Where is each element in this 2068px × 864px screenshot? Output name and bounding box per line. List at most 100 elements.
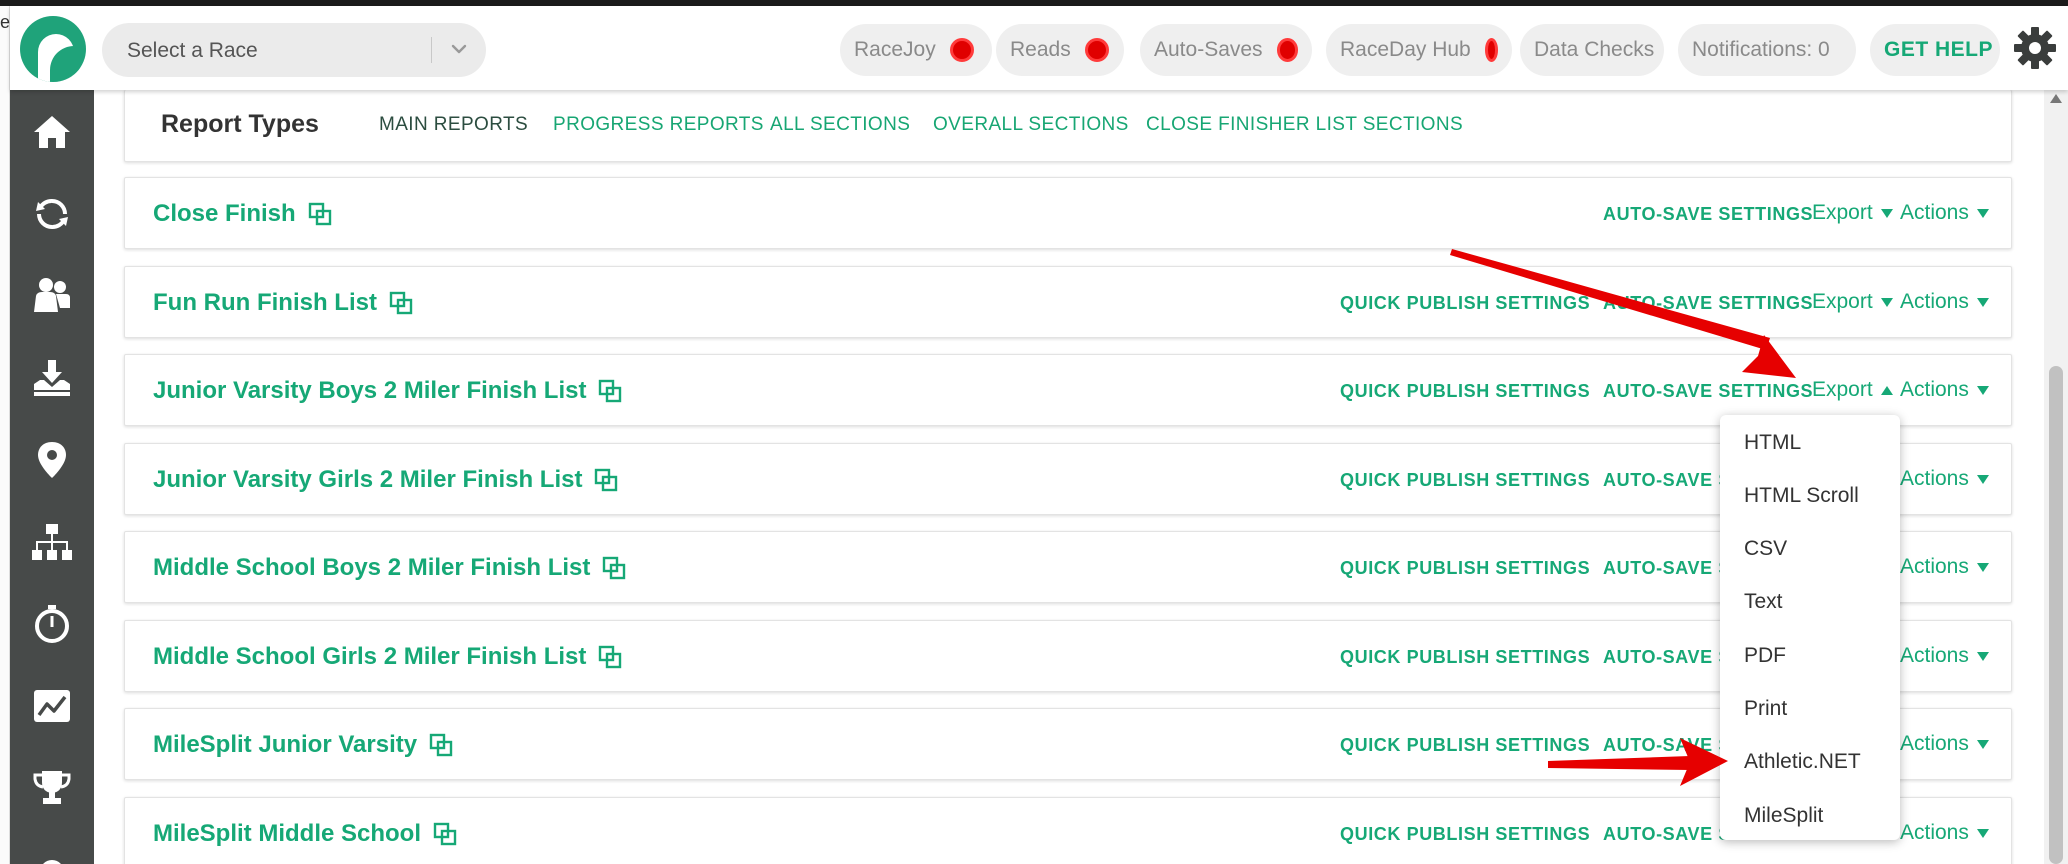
report-title[interactable]: Fun Run Finish List [153, 289, 413, 317]
hierarchy-icon[interactable] [30, 520, 74, 564]
quick-publish-settings-link[interactable]: QUICK PUBLISH SETTINGS [1340, 735, 1590, 756]
export-option-milesplit[interactable]: MileSplit [1744, 804, 1823, 828]
caret-up-icon [1880, 385, 1893, 395]
actions-dropdown[interactable]: Actions [1900, 378, 1989, 402]
stopwatch-icon[interactable] [30, 602, 74, 646]
export-label: Export [1812, 290, 1873, 313]
actions-dropdown[interactable]: Actions [1900, 555, 1989, 579]
quick-publish-settings-link[interactable]: QUICK PUBLISH SETTINGS [1340, 558, 1590, 579]
auto-save-settings-link[interactable]: AUTO-SAVE SETTINGS [1603, 381, 1813, 402]
caret-down-icon [1880, 297, 1893, 307]
quick-publish-settings-link[interactable]: QUICK PUBLISH SETTINGS [1340, 647, 1590, 668]
raceday-hub-pill[interactable]: RaceDay Hub [1326, 24, 1512, 76]
copy-icon[interactable] [389, 291, 413, 315]
report-title[interactable]: Junior Varsity Girls 2 Miler Finish List [153, 466, 618, 494]
copy-icon[interactable] [308, 202, 332, 226]
export-option-athletic-net[interactable]: Athletic.NET [1744, 750, 1861, 774]
actions-dropdown[interactable]: Actions [1900, 732, 1989, 756]
status-dot [1484, 38, 1498, 62]
report-name: Middle School Girls 2 Miler Finish List [153, 643, 587, 670]
export-option-html[interactable]: HTML [1744, 431, 1801, 455]
caret-down-icon [1976, 385, 1989, 395]
racejoy-label: RaceJoy [854, 38, 936, 61]
status-dot [1084, 38, 1109, 62]
participants-icon[interactable] [30, 274, 74, 318]
home-icon[interactable] [30, 110, 74, 154]
tab-progress-reports[interactable]: PROGRESS REPORTS [553, 114, 764, 136]
trophy-icon[interactable] [30, 766, 74, 810]
copy-icon[interactable] [429, 733, 453, 757]
actions-label: Actions [1900, 821, 1969, 844]
export-dropdown[interactable]: Export [1812, 201, 1893, 225]
copy-icon[interactable] [598, 379, 622, 403]
gear-icon[interactable] [2013, 26, 2057, 70]
tab-overall-sections[interactable]: OVERALL SECTIONS [933, 114, 1129, 136]
tab-all-sections[interactable]: ALL SECTIONS [770, 114, 910, 136]
report-title[interactable]: Junior Varsity Boys 2 Miler Finish List [153, 377, 622, 405]
top-header: Select a Race RaceJoy Reads Auto-Saves R… [10, 6, 2068, 90]
race-select[interactable]: Select a Race [102, 23, 486, 77]
report-name: MileSplit Junior Varsity [153, 731, 418, 758]
auto-save-settings-link[interactable]: AUTO-SAVE SETTINGS [1603, 293, 1813, 314]
background-window-edge: e [0, 6, 10, 864]
caret-down-icon [1976, 651, 1989, 661]
background-text-fragment: e [0, 12, 10, 32]
import-icon[interactable] [30, 356, 74, 400]
chevron-down-icon[interactable] [445, 35, 473, 63]
tab-close-finisher-list-sections[interactable]: CLOSE FINISHER LIST SECTIONS [1146, 114, 1463, 136]
data-checks-pill[interactable]: Data Checks [1520, 24, 1664, 76]
scroll-up-arrow-icon[interactable] [2050, 94, 2062, 103]
actions-dropdown[interactable]: Actions [1900, 644, 1989, 668]
settings-icon[interactable] [30, 842, 74, 864]
export-option-print[interactable]: Print [1744, 697, 1787, 721]
copy-icon[interactable] [433, 822, 457, 846]
actions-label: Actions [1900, 378, 1969, 401]
race-select-placeholder: Select a Race [127, 39, 258, 62]
report-row: Close Finish AUTO-SAVE SETTINGS Export A… [124, 177, 2012, 249]
get-help-button[interactable]: GET HELP [1870, 24, 2000, 76]
export-dropdown-open[interactable]: Export [1812, 378, 1893, 402]
status-dot [949, 38, 974, 62]
quick-publish-settings-link[interactable]: QUICK PUBLISH SETTINGS [1340, 293, 1590, 314]
copy-icon[interactable] [602, 556, 626, 580]
report-name: Close Finish [153, 200, 296, 227]
actions-dropdown[interactable]: Actions [1900, 467, 1989, 491]
actions-dropdown[interactable]: Actions [1900, 821, 1989, 845]
caret-down-icon [1976, 562, 1989, 572]
tab-main-reports[interactable]: MAIN REPORTS [379, 114, 528, 136]
quick-publish-settings-link[interactable]: QUICK PUBLISH SETTINGS [1340, 381, 1590, 402]
report-title[interactable]: Middle School Boys 2 Miler Finish List [153, 554, 626, 582]
copy-icon[interactable] [594, 468, 618, 492]
sync-icon[interactable] [30, 192, 74, 236]
caret-down-icon [1880, 208, 1893, 218]
report-title[interactable]: Middle School Girls 2 Miler Finish List [153, 643, 622, 671]
select-separator [431, 37, 432, 63]
actions-label: Actions [1900, 201, 1969, 224]
notifications-pill[interactable]: Notifications: 0 [1678, 24, 1856, 76]
quick-publish-settings-link[interactable]: QUICK PUBLISH SETTINGS [1340, 824, 1590, 845]
export-dropdown[interactable]: Export [1812, 290, 1893, 314]
vertical-scrollbar[interactable] [2044, 90, 2068, 864]
report-title[interactable]: Close Finish [153, 200, 332, 228]
report-title[interactable]: MileSplit Middle School [153, 820, 457, 848]
quick-publish-settings-link[interactable]: QUICK PUBLISH SETTINGS [1340, 470, 1590, 491]
status-dot [1276, 38, 1298, 62]
reads-pill[interactable]: Reads [996, 24, 1124, 76]
scrollbar-thumb[interactable] [2049, 366, 2063, 864]
export-option-text[interactable]: Text [1744, 590, 1783, 614]
report-title[interactable]: MileSplit Junior Varsity [153, 731, 453, 759]
export-option-pdf[interactable]: PDF [1744, 644, 1786, 668]
actions-dropdown[interactable]: Actions [1900, 201, 1989, 225]
auto-saves-pill[interactable]: Auto-Saves [1140, 24, 1312, 76]
location-icon[interactable] [30, 438, 74, 482]
export-option-html-scroll[interactable]: HTML Scroll [1744, 484, 1859, 508]
sidebar [10, 90, 94, 864]
app-logo[interactable] [20, 16, 86, 82]
export-option-csv[interactable]: CSV [1744, 537, 1787, 561]
copy-icon[interactable] [598, 645, 622, 669]
racejoy-pill[interactable]: RaceJoy [840, 24, 992, 76]
auto-save-settings-link[interactable]: AUTO-SAVE SETTINGS [1603, 204, 1813, 225]
actions-dropdown[interactable]: Actions [1900, 290, 1989, 314]
notifications-label: Notifications: 0 [1692, 38, 1830, 61]
chart-icon[interactable] [30, 684, 74, 728]
